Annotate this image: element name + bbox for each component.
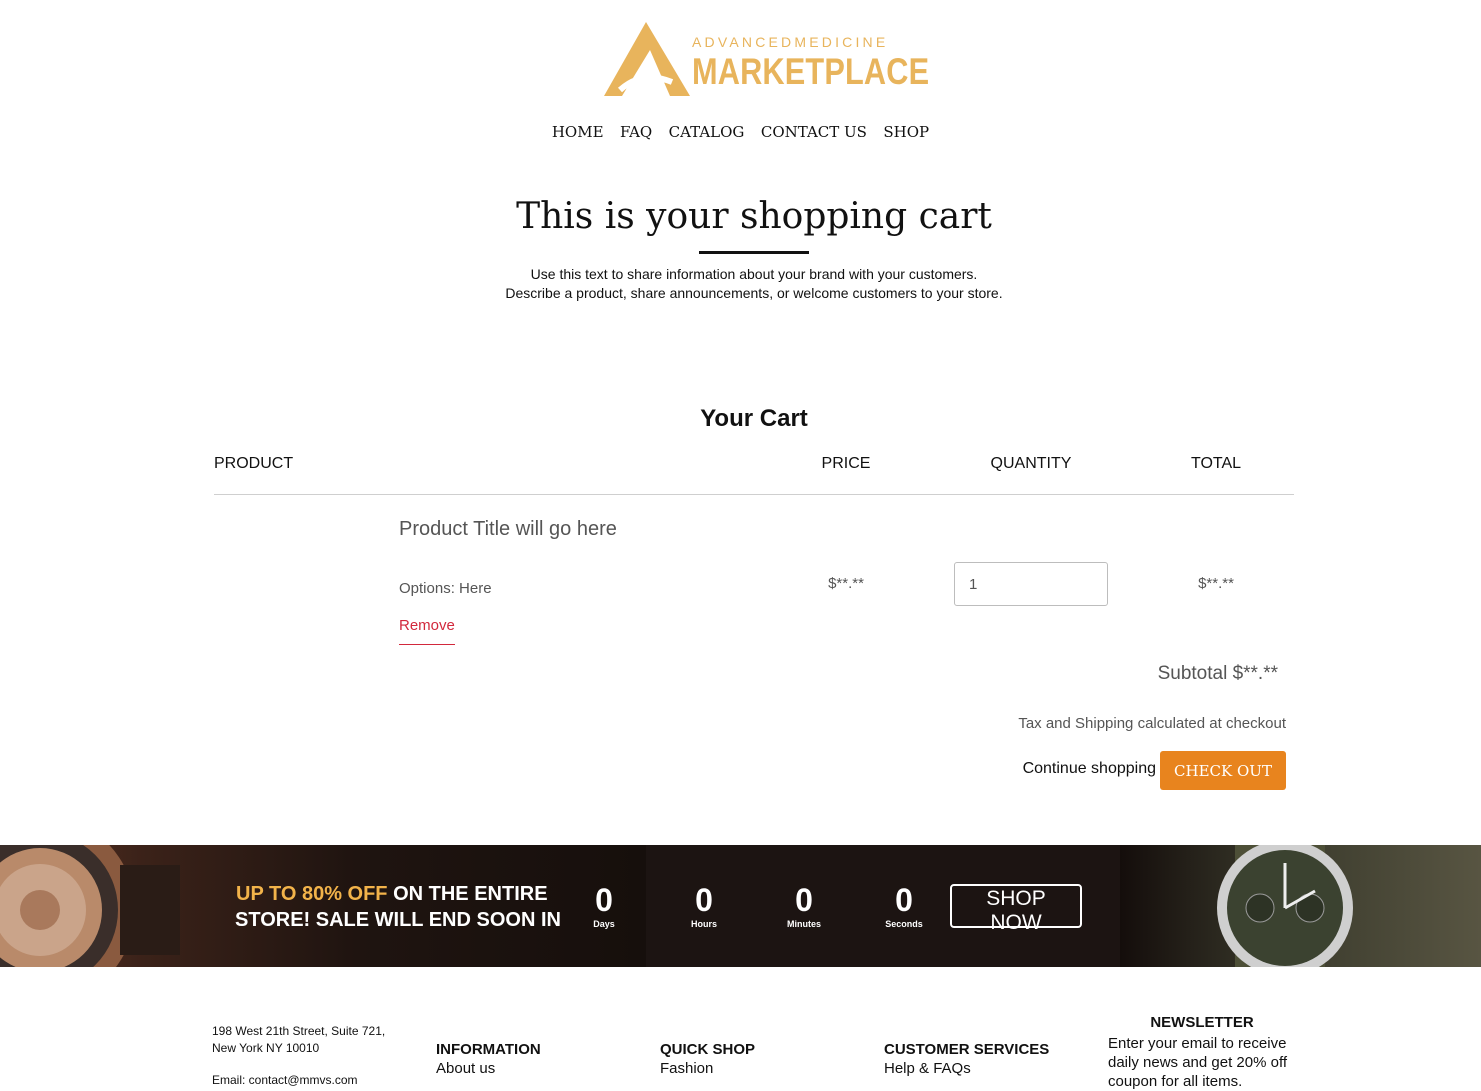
nav-item-shop[interactable]: SHOP <box>883 123 929 141</box>
brand-logo[interactable]: ADVANCEDMEDICINE MARKETPLACE <box>600 18 929 98</box>
promo-highlight: UP TO 80% OFF <box>236 883 388 905</box>
footer-address-line2: New York NY 10010 <box>212 1041 320 1055</box>
newsletter-text: Enter your email to receive daily news a… <box>1108 1035 1288 1090</box>
countdown-days-label: Days <box>593 919 615 929</box>
brand-main-text: MARKETPLACE <box>692 51 930 92</box>
footer-heading-newsletter: NEWSLETTER <box>1150 1014 1254 1031</box>
cart-subtotal: Subtotal $**.** <box>1157 663 1278 684</box>
promo-text-line1: UP TO 80% OFF ON THE ENTIRE <box>236 883 548 906</box>
page-title: This is your shopping cart <box>516 196 992 237</box>
countdown-minutes-value: 0 <box>795 882 813 918</box>
countdown-seconds-value: 0 <box>895 882 913 918</box>
countdown-minutes: 0 Minutes <box>764 882 844 929</box>
mountain-logo-icon <box>604 22 690 96</box>
column-header-price: PRICE <box>821 455 871 472</box>
countdown-minutes-label: Minutes <box>786 919 821 929</box>
tax-shipping-note: Tax and Shipping calculated at checkout <box>1018 715 1286 732</box>
footer-heading-customer-services: CUSTOMER SERVICES <box>884 1041 1050 1058</box>
brand-top-text: ADVANCEDMEDICINE <box>692 34 889 50</box>
checkout-button[interactable]: CHECK OUT <box>1160 751 1286 790</box>
promo-text-line2: STORE! SALE WILL END SOON IN <box>235 909 561 931</box>
quantity-input[interactable] <box>954 562 1108 606</box>
promo-line1-rest: ON THE ENTIRE <box>387 883 548 905</box>
watch-image-right <box>1217 845 1353 967</box>
countdown-hours: 0 Hours <box>664 882 744 929</box>
footer-link-fashion[interactable]: Fashion <box>660 1060 713 1077</box>
hero-description-line1: Use this text to share information about… <box>530 266 978 282</box>
footer-link-help-faqs[interactable]: Help & FAQs <box>884 1060 971 1077</box>
watch-image-left <box>0 845 180 967</box>
cart-item-options: Options: Here <box>399 580 492 597</box>
cart-item-total: $**.** <box>1198 575 1234 592</box>
remove-item-link[interactable]: Remove <box>399 617 455 645</box>
title-underline <box>699 251 809 254</box>
column-header-product: PRODUCT <box>214 455 294 472</box>
countdown-hours-label: Hours <box>690 919 717 929</box>
nav-item-home[interactable]: HOME <box>552 123 604 141</box>
hero-description-line2: Describe a product, share announcements,… <box>505 285 1003 301</box>
nav-item-contact-us[interactable]: CONTACT US <box>761 123 867 141</box>
footer-heading-quick-shop: QUICK SHOP <box>660 1041 756 1058</box>
cart-item-price: $**.** <box>828 575 864 592</box>
footer-address-line1: 198 West 21th Street, Suite 721, <box>212 1024 386 1038</box>
footer-email[interactable]: Email: contact@mmvs.com <box>212 1073 358 1087</box>
countdown-days: 0 Days <box>564 882 644 929</box>
countdown-days-value: 0 <box>595 882 613 918</box>
main-nav: HOME FAQ CATALOG CONTACT US SHOP <box>0 123 1481 142</box>
footer-heading-information: INFORMATION <box>436 1041 541 1058</box>
nav-item-faq[interactable]: FAQ <box>620 123 652 141</box>
cart-item-title[interactable]: Product Title will go here <box>399 518 617 541</box>
countdown-hours-value: 0 <box>695 882 713 918</box>
column-header-quantity: QUANTITY <box>990 455 1072 472</box>
countdown-seconds-label: Seconds <box>885 919 923 929</box>
shop-now-button[interactable]: SHOP NOW <box>950 884 1082 934</box>
footer-link-about-us[interactable]: About us <box>436 1060 495 1077</box>
column-header-total: TOTAL <box>1190 455 1242 472</box>
cart-title: Your Cart <box>700 405 808 432</box>
continue-shopping-link[interactable]: Continue shopping <box>980 760 1156 778</box>
nav-item-catalog[interactable]: CATALOG <box>669 123 745 141</box>
countdown-seconds: 0 Seconds <box>864 882 944 929</box>
table-divider <box>214 494 1294 495</box>
